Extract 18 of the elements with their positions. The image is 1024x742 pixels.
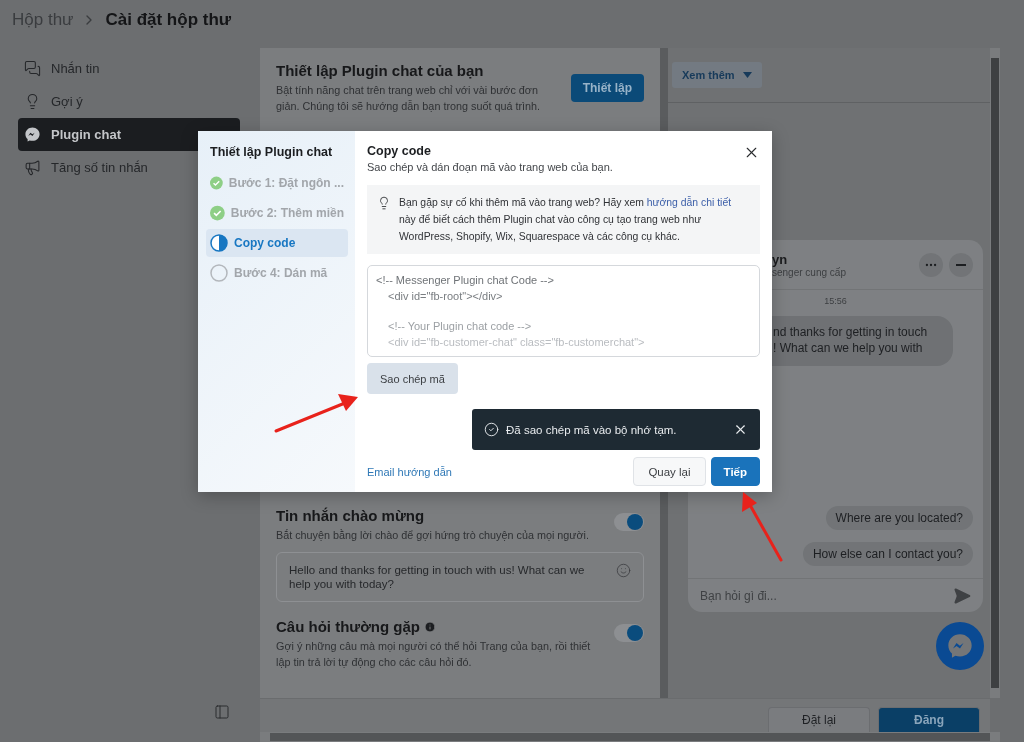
dialog-title: Copy code <box>367 144 432 158</box>
code-line: <!-- Messenger Plugin chat Code --> <box>376 273 555 288</box>
section-title: Câu hỏi thường gặp <box>276 618 420 635</box>
section-description: Bắt chuyện bằng lời chào để gợi hứng trò chuyện của mọi người. <box>276 528 590 543</box>
code-line: <div id="fb-customer-chat" class="fb-customerchat"> <box>387 335 646 350</box>
page-title: Cài đặt hộp thư <box>105 10 232 30</box>
message-time: 15:56 <box>823 296 848 306</box>
code-line: <!-- Your Plugin chat code --> <box>387 319 533 334</box>
toast-message: Đã sao chép mã vào bộ nhớ tạm. <box>506 423 678 436</box>
tip-text: Bạn gặp sự cố khi thêm mã vào trang web? Hãy xem hướng dẫn chi tiết này để biết cách thêm Plugin chat vào công cụ tạo trang web như WordPress, Shopify, Wix, Squarespace và các công cụ khác. <box>399 195 733 244</box>
chat-name: yn <box>772 251 789 267</box>
section-title: Thiết lập Plugin chat của bạn <box>276 62 485 79</box>
section-description: Bật tính năng chat trên trang web chỉ với vài bước đơn giản. Chúng tôi sẽ hướng dẫn bạn trong suốt quá trình. <box>276 83 542 114</box>
section-description: Gợi ý những câu mà mọi người có thể hỏi Trang của bạn, rồi thiết lập tin trả lời tự động cho các câu hỏi đó. <box>276 639 592 670</box>
dialog-subtitle: Sao chép và dán đoạn mã vào trang web của bạn. <box>367 161 613 173</box>
code-line: <div id="fb-root"></div> <box>387 289 504 304</box>
section-title: Tin nhắn chào mừng <box>276 507 426 524</box>
chat-subtitle: senger cung cấp <box>772 266 847 278</box>
